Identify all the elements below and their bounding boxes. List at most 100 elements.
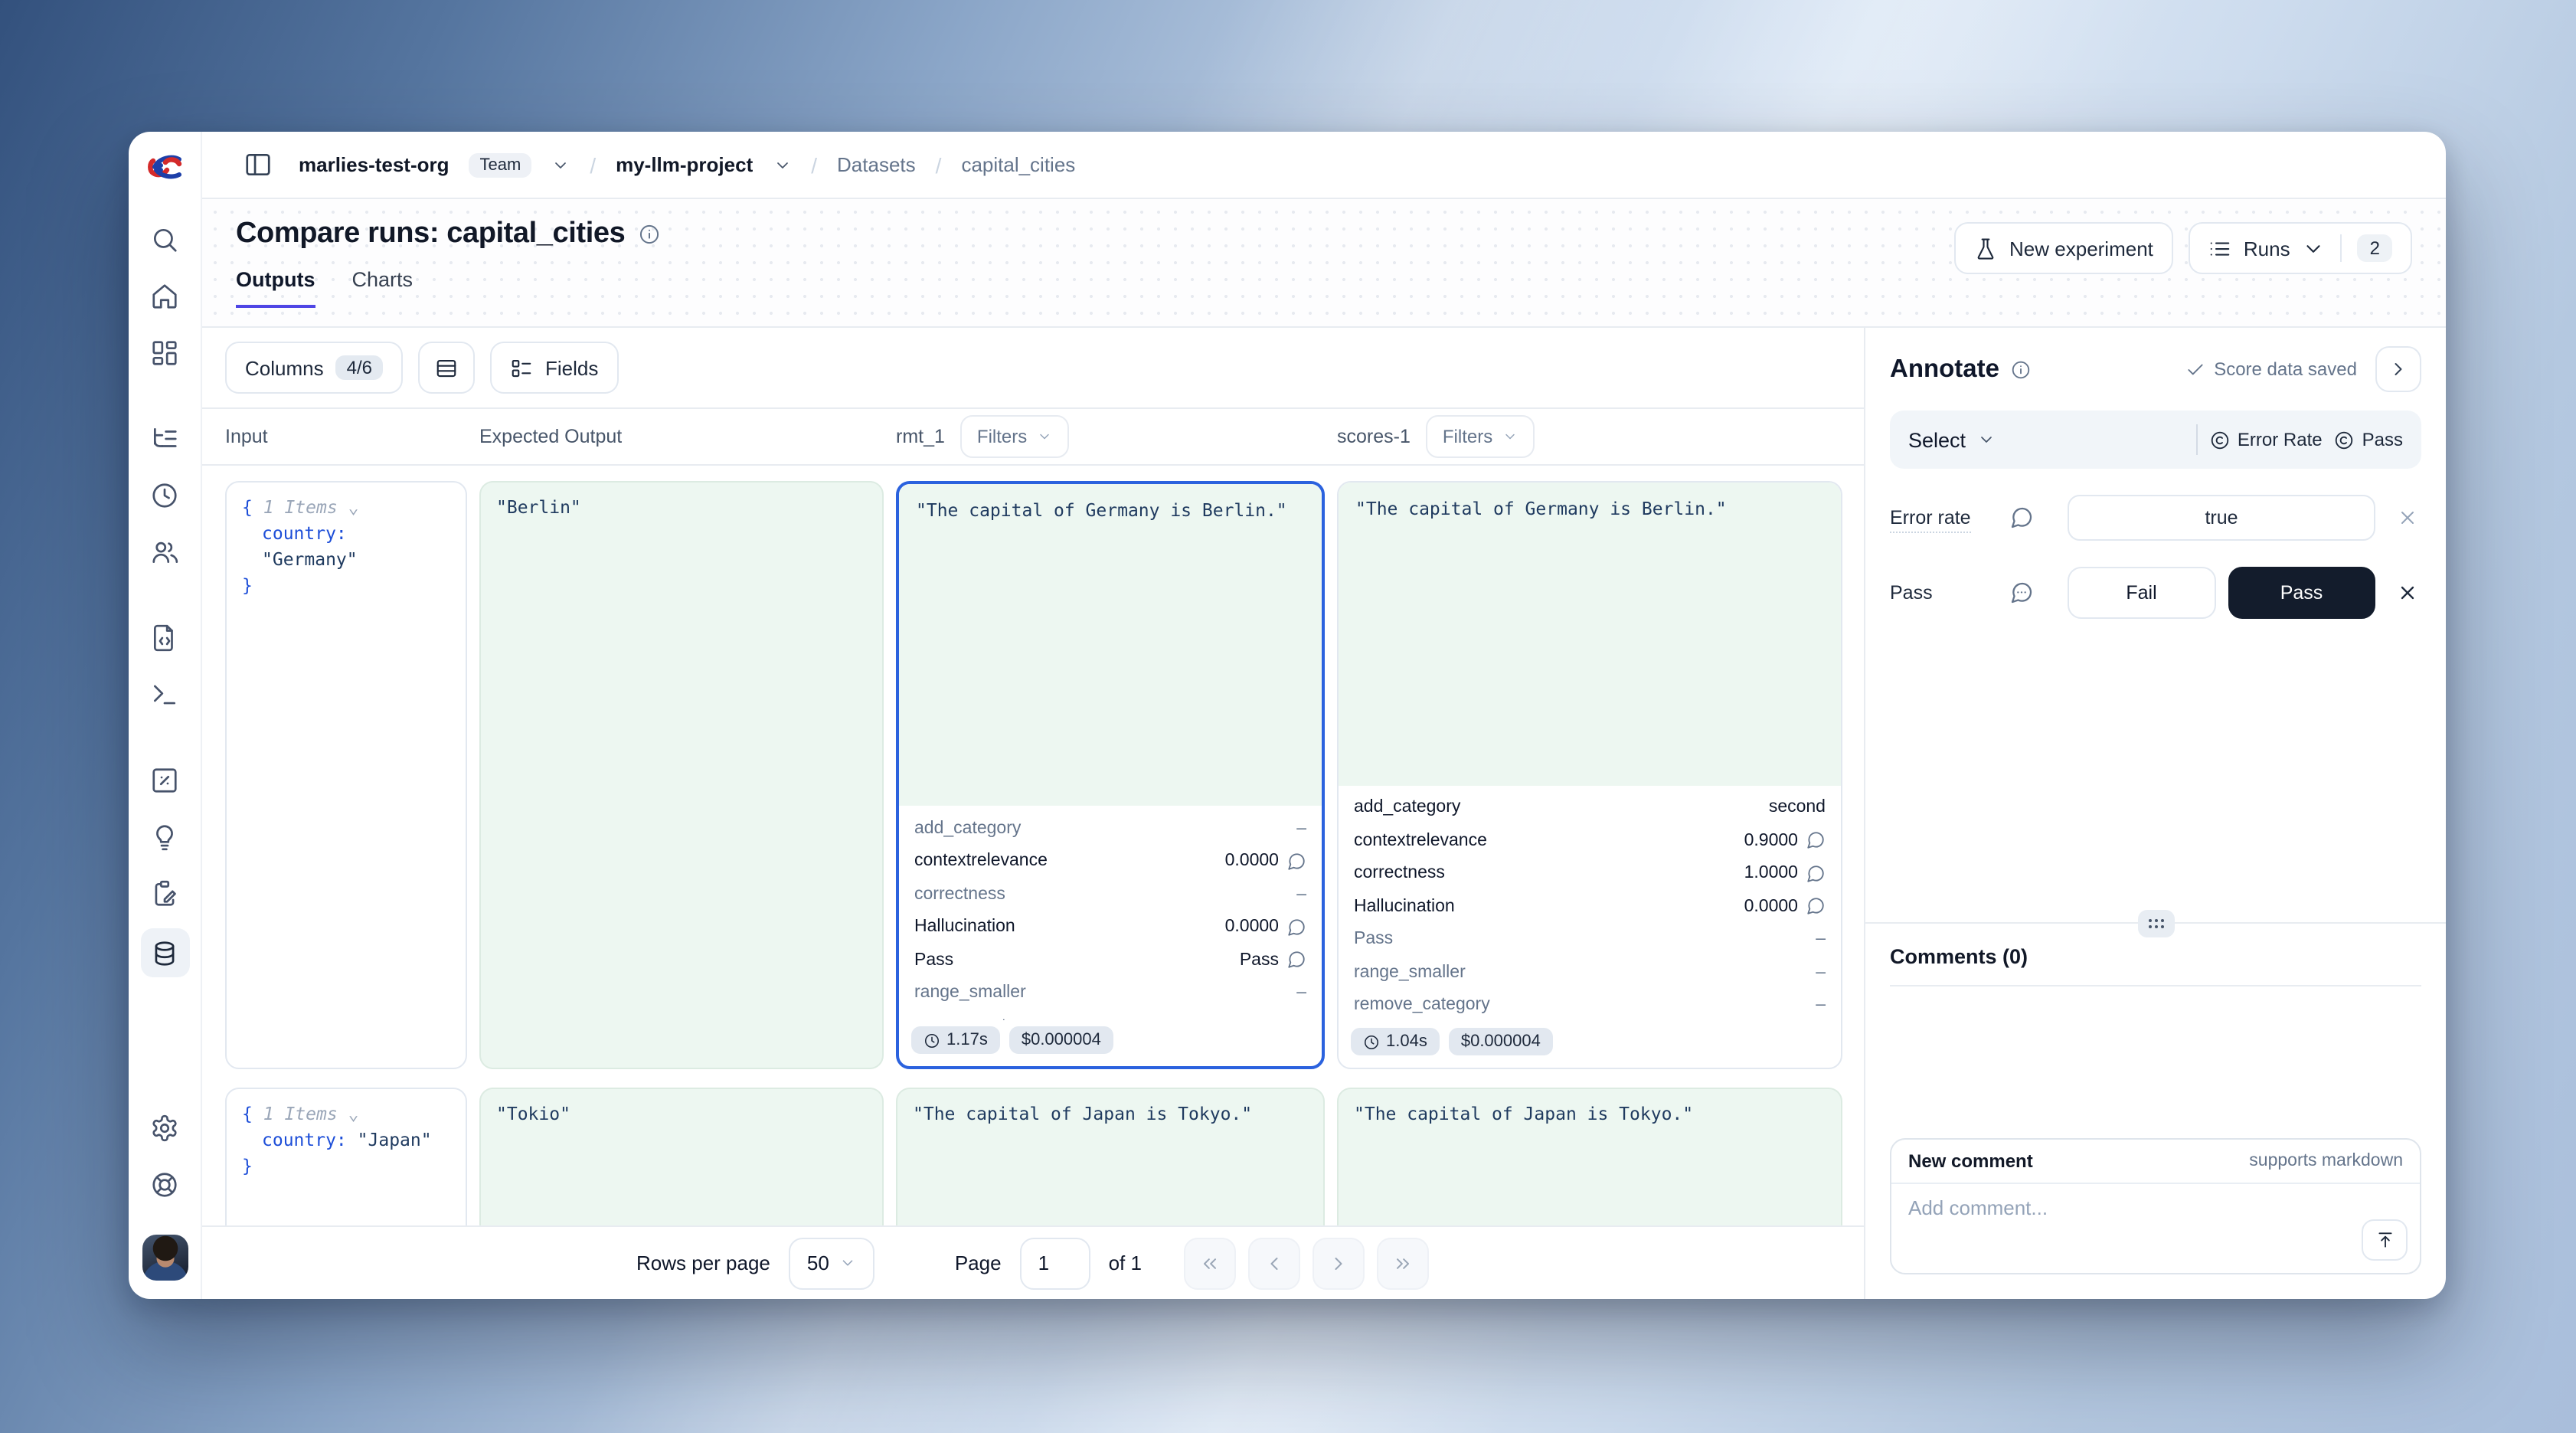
chevron-down-icon: [1502, 429, 1517, 444]
search-icon[interactable]: [143, 218, 186, 260]
page-title: Compare runs: capital_cities: [236, 218, 625, 251]
score-config-select[interactable]: Select: [1908, 428, 1995, 451]
comment-bubble-icon: [1806, 897, 1826, 917]
comment-bubble-dots-icon[interactable]: [2009, 581, 2049, 605]
table-row: { 1 Items ⌄ country: "Japan" } "Tokio" "…: [225, 1088, 1841, 1225]
user-avatar[interactable]: [142, 1235, 188, 1281]
breadcrumb-org[interactable]: marlies-test-org: [299, 153, 449, 176]
tracing-tree-icon[interactable]: [143, 417, 186, 460]
chevron-down-icon[interactable]: [551, 155, 570, 174]
breadcrumb-project[interactable]: my-llm-project: [616, 153, 753, 176]
score-list: add_category– contextrelevance0.0000 cor…: [899, 806, 1322, 1020]
rows-per-page-select[interactable]: 50: [789, 1237, 875, 1289]
new-experiment-button[interactable]: New experiment: [1954, 222, 2173, 274]
expected-output-cell[interactable]: "Berlin": [479, 481, 884, 1069]
users-icon[interactable]: [143, 530, 186, 573]
rows-icon: [435, 356, 458, 379]
error-rate-value-input[interactable]: [2068, 495, 2375, 541]
sessions-clock-icon[interactable]: [143, 473, 186, 516]
run-metrics: 1.17s $0.000004: [899, 1020, 1322, 1066]
column-header-expected-output: Expected Output: [479, 426, 884, 447]
run2-output-cell[interactable]: "The capital of Germany is Berlin." add_…: [1337, 481, 1842, 1069]
run1-output-cell[interactable]: "The capital of Japan is Tokyo.": [896, 1088, 1325, 1225]
comment-bubble-icon: [1286, 918, 1306, 937]
breadcrumb-separator: /: [590, 152, 596, 177]
comment-input[interactable]: [1891, 1184, 2420, 1273]
run2-filters-button[interactable]: Filters: [1426, 415, 1534, 458]
run-output-text: "The capital of Germany is Berlin.": [899, 484, 1322, 806]
last-page-button[interactable]: [1378, 1237, 1430, 1289]
new-comment-label: New comment: [1908, 1150, 2033, 1172]
dashboards-icon[interactable]: [143, 331, 186, 374]
previous-page-button[interactable]: [1249, 1237, 1301, 1289]
tab-outputs[interactable]: Outputs: [236, 268, 315, 308]
chevron-down-icon: [2303, 237, 2326, 260]
prompts-file-icon[interactable]: [143, 616, 186, 659]
column-header-run1: rmt_1: [896, 426, 945, 447]
datasets-database-icon[interactable]: [140, 928, 189, 977]
columns-button[interactable]: Columns 4/6: [225, 342, 403, 394]
table-row: { 1 Items ⌄ country: "Germany" } "Berlin…: [225, 481, 1841, 1069]
comment-bubble-icon[interactable]: [2009, 505, 2049, 530]
breadcrumb-dataset-name[interactable]: capital_cities: [961, 153, 1075, 176]
markdown-hint: supports markdown: [2249, 1152, 2403, 1170]
page-of-label: of 1: [1109, 1251, 1142, 1274]
column-header-input: Input: [225, 426, 467, 447]
comment-bubble-icon: [1806, 831, 1826, 851]
chevrons-left-icon: [1200, 1252, 1221, 1274]
first-page-button[interactable]: [1185, 1237, 1237, 1289]
clear-score-icon[interactable]: [2394, 582, 2421, 604]
fields-button[interactable]: Fields: [490, 342, 618, 394]
pass-button[interactable]: Pass: [2228, 567, 2375, 619]
config-chip-pass[interactable]: Pass: [2335, 429, 2403, 450]
org-logo[interactable]: [145, 150, 185, 184]
next-page-button[interactable]: [1313, 1237, 1365, 1289]
arrow-up-from-line-icon: [2375, 1230, 2395, 1250]
collapse-panel-button[interactable]: [2375, 346, 2421, 392]
resize-grip-handle[interactable]: [2137, 910, 2174, 937]
config-chip-error-rate[interactable]: Error Rate: [2210, 429, 2323, 450]
flask-icon: [1974, 237, 1997, 260]
evals-lightbulb-icon[interactable]: [143, 815, 186, 858]
input-cell[interactable]: { 1 Items ⌄ country: "Germany" }: [225, 481, 467, 1069]
support-lifebuoy-icon[interactable]: [143, 1163, 186, 1206]
clock-icon: [1363, 1033, 1380, 1050]
score-config-bar: Select Error Rate Pass: [1890, 411, 2421, 469]
copyright-circle-icon: [2210, 430, 2230, 450]
run2-output-cell[interactable]: "The capital of Japan is Tokyo.": [1337, 1088, 1842, 1225]
expected-output-cell[interactable]: "Tokio": [479, 1088, 884, 1225]
fail-button[interactable]: Fail: [2068, 567, 2215, 619]
breadcrumb-separator: /: [936, 152, 942, 177]
runs-button[interactable]: Runs 2: [2189, 222, 2412, 274]
input-cell[interactable]: { 1 Items ⌄ country: "Japan" }: [225, 1088, 467, 1225]
run1-output-cell-selected[interactable]: "The capital of Germany is Berlin." add_…: [896, 481, 1325, 1069]
scores-percent-icon[interactable]: [143, 758, 186, 801]
tab-bar: Outputs Charts: [236, 268, 660, 308]
row-height-button[interactable]: [418, 342, 475, 394]
breadcrumb-datasets[interactable]: Datasets: [837, 153, 916, 176]
score-label: Error rate: [1890, 507, 1971, 533]
tab-charts[interactable]: Charts: [352, 268, 414, 308]
playground-terminal-icon[interactable]: [143, 672, 186, 715]
cost-chip: $0.000004: [1009, 1026, 1113, 1054]
breadcrumb-separator: /: [811, 152, 817, 177]
annotation-clipboard-icon[interactable]: [143, 872, 186, 914]
comment-bubble-icon: [1806, 864, 1826, 884]
settings-gear-icon[interactable]: [143, 1106, 186, 1149]
sidebar-nav: [140, 218, 189, 977]
sidebar-toggle-icon[interactable]: [236, 143, 279, 186]
runs-count-badge: 2: [2358, 234, 2392, 262]
fields-icon: [510, 356, 533, 379]
clear-score-icon[interactable]: [2394, 507, 2421, 528]
chevron-down-icon[interactable]: [773, 155, 791, 174]
panel-section-divider: [1865, 922, 2446, 924]
home-icon[interactable]: [143, 274, 186, 317]
info-icon[interactable]: [2010, 359, 2030, 379]
info-icon[interactable]: [639, 224, 660, 245]
run1-filters-button[interactable]: Filters: [960, 415, 1068, 458]
chevron-down-icon: ⌄: [348, 1103, 359, 1124]
table-toolbar: Columns 4/6 Fields: [202, 328, 1864, 407]
page-number-input[interactable]: [1020, 1237, 1090, 1289]
submit-comment-button[interactable]: [2362, 1219, 2408, 1261]
annotate-title: Annotate: [1890, 355, 1999, 384]
